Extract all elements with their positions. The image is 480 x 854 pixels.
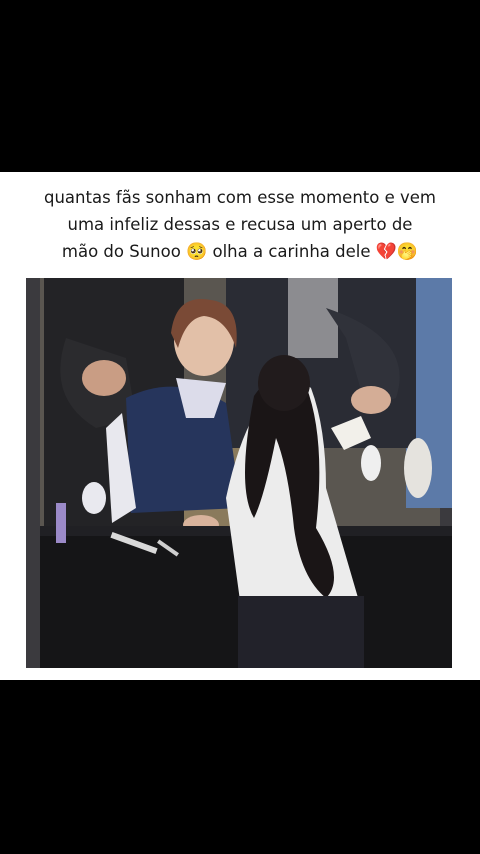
caption-line-1: quantas fãs sonham com esse momento e ve…: [44, 188, 436, 207]
caption-line-3-prefix: mão do Sunoo: [61, 242, 181, 261]
video-player[interactable]: [26, 278, 452, 668]
pleading-face-emoji-icon: 🥺: [186, 242, 208, 262]
post-card: quantas fãs sonham com esse momento e ve…: [0, 172, 480, 680]
caption-line-2: uma infeliz dessas e recusa um aperto de: [67, 215, 413, 234]
video-frame-scene: [26, 278, 452, 668]
broken-heart-emoji-icon: 💔🤭: [375, 242, 419, 262]
caption-line-3-middle: olha a carinha dele: [212, 242, 371, 261]
caption-line-3: mão do Sunoo 🥺 olha a carinha dele 💔🤭: [18, 238, 462, 266]
post-caption: quantas fãs sonham com esse momento e ve…: [18, 184, 462, 266]
